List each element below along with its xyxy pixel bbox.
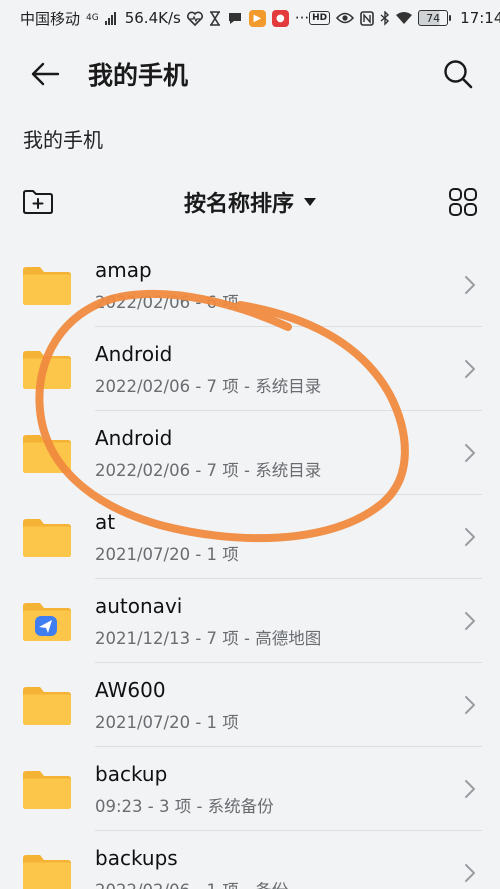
chat-icon xyxy=(228,12,241,24)
file-text: autonavi 2021/12/13 - 7 项 - 高德地图 xyxy=(95,593,321,651)
caret-down-icon xyxy=(304,198,316,206)
folder-icon xyxy=(23,435,71,473)
file-meta: 2022/02/06 - 6 项 xyxy=(95,293,239,312)
folder-app-icon xyxy=(23,603,71,641)
folder-icon xyxy=(23,351,71,389)
sort-label: 按名称排序 xyxy=(183,192,294,217)
file-meta: 2022/02/06 - 1 项 - 备份 xyxy=(95,879,288,889)
file-name: backup xyxy=(95,762,168,786)
network-speed: 56.4K/s xyxy=(124,9,181,27)
file-text: AW600 2021/07/20 - 1 项 xyxy=(95,677,239,735)
sort-button[interactable]: 按名称排序 xyxy=(56,186,444,218)
hourglass-icon xyxy=(209,10,220,26)
hd-icon: HD xyxy=(309,11,331,25)
file-meta: 2021/07/20 - 1 项 xyxy=(95,713,239,732)
file-text: backups 2022/02/06 - 1 项 - 备份 xyxy=(95,845,288,889)
file-name: AW600 xyxy=(95,678,166,702)
carrier-label: 中国移动 xyxy=(20,9,81,28)
wifi-icon xyxy=(396,11,413,24)
file-row[interactable]: backups 2022/02/06 - 1 项 - 备份 xyxy=(0,831,500,889)
chevron-right-icon xyxy=(465,864,475,882)
folder-icon xyxy=(23,771,71,809)
folder-icon xyxy=(23,687,71,725)
page-title: 我的手机 xyxy=(88,61,189,90)
file-row[interactable]: amap 2022/02/06 - 6 项 xyxy=(0,243,500,327)
network-type-icon: 4G xyxy=(86,12,99,23)
file-meta: 2022/02/06 - 7 项 - 系统目录 xyxy=(95,461,322,480)
news-app-icon: ● xyxy=(271,9,289,27)
nfc-icon xyxy=(360,10,374,26)
search-icon xyxy=(444,60,473,89)
file-text: amap 2022/02/06 - 6 项 xyxy=(95,257,239,315)
file-list: amap 2022/02/06 - 6 项 Android 2022/02/06 - … xyxy=(0,243,500,889)
signal-icon xyxy=(104,12,116,25)
more-icon: ··· xyxy=(294,9,310,27)
file-row[interactable]: autonavi 2021/12/13 - 7 项 - 高德地图 xyxy=(0,579,500,663)
grid-icon xyxy=(449,188,477,216)
status-left: 中国移动 4G 56.4K/s ▶ ● ··· xyxy=(20,8,309,29)
file-row[interactable]: AW600 2021/07/20 - 1 项 xyxy=(0,663,500,747)
new-folder-button[interactable] xyxy=(22,185,56,219)
file-text: Android 2022/02/06 - 7 项 - 系统目录 xyxy=(95,425,321,483)
file-name: at xyxy=(95,510,116,534)
file-name: Android xyxy=(95,342,173,366)
file-meta: 2021/12/13 - 7 项 - 高德地图 xyxy=(95,629,322,648)
file-row[interactable]: backup 09:23 - 3 项 - 系统备份 xyxy=(0,747,500,831)
chevron-right-icon xyxy=(465,612,475,630)
app-bar: 我的手机 xyxy=(0,44,500,104)
file-row[interactable]: Android 2022/02/06 - 7 项 - 系统目录 xyxy=(0,411,500,495)
chevron-right-icon xyxy=(465,276,475,294)
toolbar: 按名称排序 xyxy=(0,178,500,226)
file-row[interactable]: Android 2022/02/06 - 7 项 - 系统目录 xyxy=(0,327,500,411)
chevron-right-icon xyxy=(465,528,475,546)
file-meta: 2022/02/06 - 7 项 - 系统目录 xyxy=(95,377,322,396)
file-text: backup 09:23 - 3 项 - 系统备份 xyxy=(95,761,274,819)
folder-add-icon xyxy=(23,190,53,214)
file-meta: 09:23 - 3 项 - 系统备份 xyxy=(95,797,274,816)
breadcrumb[interactable]: 我的手机 xyxy=(23,124,103,153)
grid-view-button[interactable] xyxy=(444,185,478,219)
status-bar: 中国移动 4G 56.4K/s ▶ ● ··· HD 74 17:14 xyxy=(0,0,500,36)
chevron-right-icon xyxy=(465,444,475,462)
file-row[interactable]: at 2021/07/20 - 1 项 xyxy=(0,495,500,579)
chevron-right-icon xyxy=(465,696,475,714)
folder-icon xyxy=(23,519,71,557)
chevron-right-icon xyxy=(465,360,475,378)
file-meta: 2021/07/20 - 1 项 xyxy=(95,545,239,564)
folder-icon xyxy=(23,855,71,889)
back-button[interactable] xyxy=(30,54,70,94)
eye-icon xyxy=(336,12,355,24)
arrow-left-icon xyxy=(31,62,60,86)
file-text: at 2021/07/20 - 1 项 xyxy=(95,509,239,567)
folder-icon xyxy=(23,267,71,305)
bluetooth-icon xyxy=(380,10,390,26)
video-app-icon: ▶ xyxy=(248,9,266,27)
file-name: autonavi xyxy=(95,594,183,618)
file-text: Android 2022/02/06 - 7 项 - 系统目录 xyxy=(95,341,321,399)
search-button[interactable] xyxy=(438,54,478,94)
battery-icon: 74 xyxy=(418,10,452,26)
file-name: Android xyxy=(95,426,173,450)
clock: 17:14 xyxy=(460,9,500,27)
status-right: HD 74 17:14 xyxy=(309,9,500,27)
heart-rate-icon xyxy=(186,11,203,26)
file-name: amap xyxy=(95,258,152,282)
file-name: backups xyxy=(95,846,178,870)
chevron-right-icon xyxy=(465,780,475,798)
